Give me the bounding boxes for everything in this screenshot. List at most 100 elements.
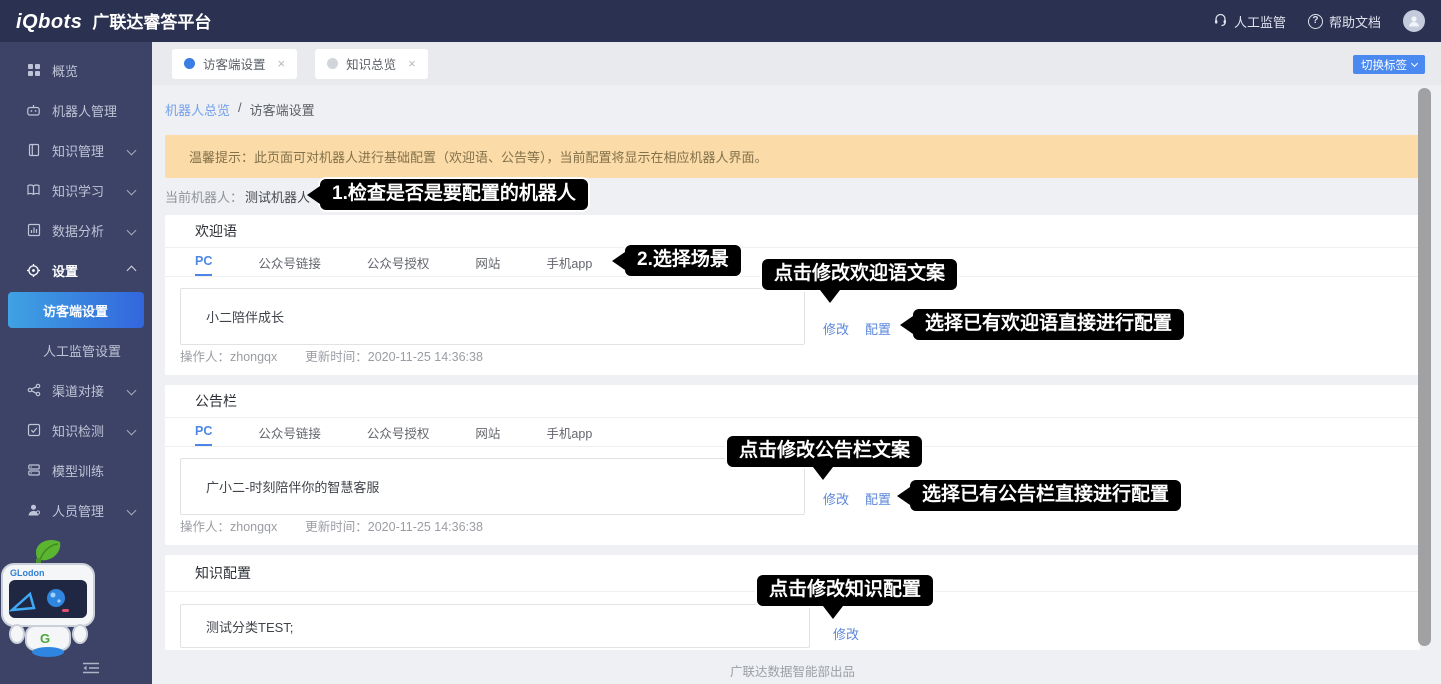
knowledge-text-box: 测试分类TEST; <box>180 604 810 648</box>
chevron-down-icon <box>1411 60 1418 67</box>
sidebar: 概览 机器人管理 知识管理 知识学习 <box>0 42 152 684</box>
question-circle-icon: ? <box>1308 14 1323 29</box>
annotation-modify-knowledge: 点击修改知识配置 <box>757 575 933 606</box>
sidebar-item-label: 渠道对接 <box>52 381 104 400</box>
sidebar-item-robot-management[interactable]: 机器人管理 <box>0 90 152 130</box>
sidebar-item-label: 模型训练 <box>52 461 104 480</box>
share-nodes-icon <box>26 383 41 398</box>
page-tab-knowledge-overview[interactable]: 知识总览 × <box>315 49 428 79</box>
annotation-modify-welcome: 点击修改欢迎语文案 <box>762 259 957 290</box>
close-icon[interactable]: × <box>408 56 416 71</box>
welcome-text: 小二陪伴成长 <box>206 307 284 326</box>
active-tab-dot-icon <box>184 58 195 69</box>
manual-monitor-label: 人工监管 <box>1234 12 1286 31</box>
chevron-down-icon <box>127 505 137 515</box>
logo-text-cn: 广联达睿答平台 <box>92 8 211 33</box>
sidebar-item-label: 概览 <box>52 61 78 80</box>
annotation-config-board: 选择已有公告栏直接进行配置 <box>910 480 1181 511</box>
open-book-icon <box>26 183 41 198</box>
check-square-icon <box>26 423 41 438</box>
knowledge-text: 测试分类TEST; <box>206 617 293 636</box>
board-text: 广小二-时刻陪伴你的智慧客服 <box>206 477 379 496</box>
welcome-meta-row: 操作人：zhongqx 更新时间：2020-11-25 14:36:38 <box>180 346 483 365</box>
scene-tab-official-auth[interactable]: 公众号授权 <box>367 248 430 276</box>
person-icon <box>1407 14 1421 28</box>
app-logo: iQbots 广联达睿答平台 <box>16 8 211 34</box>
welcome-operator: 操作人：zhongqx <box>180 346 277 365</box>
breadcrumb: 机器人总览 / 访客端设置 <box>165 100 315 119</box>
board-modify-link[interactable]: 修改 <box>823 489 849 508</box>
annotation-select-scene: 2.选择场景 <box>625 245 741 276</box>
app-window: iQbots 广联达睿答平台 人工监管 ? 帮助文档 <box>0 0 1441 684</box>
board-section-title: 公告栏 <box>165 385 1420 418</box>
annotation-check-robot: 1.检查是否是要配置的机器人 <box>320 179 588 210</box>
switch-tabs-label: 切换标签 <box>1361 57 1407 73</box>
svg-text:GLodon: GLodon <box>10 568 45 578</box>
sidebar-item-channel-integration[interactable]: 渠道对接 <box>0 370 152 410</box>
scene-tab-pc[interactable]: PC <box>195 248 212 276</box>
scene-tab-mobile-app[interactable]: 手机app <box>546 248 592 276</box>
board-config-link[interactable]: 配置 <box>865 489 891 508</box>
robot-mascot-image: GLodon G <box>0 538 118 660</box>
chevron-down-icon <box>127 185 137 195</box>
sidebar-item-label: 人员管理 <box>52 501 104 520</box>
page-tab-visitor-settings[interactable]: 访客端设置 × <box>172 49 297 79</box>
close-icon[interactable]: × <box>278 56 286 71</box>
sidebar-item-label: 数据分析 <box>52 221 104 240</box>
svg-text:G: G <box>40 631 50 646</box>
gear-icon <box>26 263 41 278</box>
sidebar-item-personnel-management[interactable]: 人员管理 <box>0 490 152 530</box>
scene-tab-mobile-app[interactable]: 手机app <box>546 418 592 446</box>
manual-monitor-link[interactable]: 人工监管 <box>1213 12 1286 31</box>
scene-tab-official-link[interactable]: 公众号链接 <box>258 418 321 446</box>
user-icon <box>26 503 41 518</box>
notice-banner: 温馨提示：此页面可对机器人进行基础配置（欢迎语、公告等），当前配置将显示在相应机… <box>165 135 1420 178</box>
notice-text: 温馨提示：此页面可对机器人进行基础配置（欢迎语、公告等），当前配置将显示在相应机… <box>189 147 768 166</box>
logo-text-en: iQbots <box>16 11 82 34</box>
scene-tab-official-auth[interactable]: 公众号授权 <box>367 418 430 446</box>
current-robot-row: 当前机器人：测试机器人 <box>165 187 310 206</box>
sidebar-item-model-training[interactable]: 模型训练 <box>0 450 152 490</box>
sidebar-item-knowledge-management[interactable]: 知识管理 <box>0 130 152 170</box>
sidebar-item-settings[interactable]: 设置 <box>0 250 152 290</box>
sidebar-item-visitor-settings[interactable]: 访客端设置 <box>8 292 144 328</box>
footer-credit: 广联达数据智能部出品 <box>165 661 1420 680</box>
page-content: 机器人总览 / 访客端设置 温馨提示：此页面可对机器人进行基础配置（欢迎语、公告… <box>152 85 1441 684</box>
scene-tab-official-link[interactable]: 公众号链接 <box>258 248 321 276</box>
chevron-up-icon <box>127 265 137 275</box>
sidebar-item-label: 知识学习 <box>52 181 104 200</box>
scene-tab-pc[interactable]: PC <box>195 418 212 446</box>
sidebar-item-manual-monitor-settings[interactable]: 人工监管设置 <box>0 330 152 370</box>
welcome-config-link[interactable]: 配置 <box>865 319 891 338</box>
sidebar-item-knowledge-check[interactable]: 知识检测 <box>0 410 152 450</box>
sidebar-collapse-icon[interactable] <box>82 660 100 676</box>
headset-icon <box>1213 12 1228 30</box>
knowledge-modify-link[interactable]: 修改 <box>833 624 859 643</box>
current-robot-label: 当前机器人： <box>165 190 243 205</box>
switch-tabs-button[interactable]: 切换标签 <box>1353 55 1425 74</box>
sidebar-item-knowledge-learning[interactable]: 知识学习 <box>0 170 152 210</box>
user-avatar[interactable] <box>1403 10 1425 32</box>
page-tab-label: 访客端设置 <box>203 54 266 73</box>
board-operator: 操作人：zhongqx <box>180 516 277 535</box>
sidebar-item-overview[interactable]: 概览 <box>0 50 152 90</box>
annotation-modify-board: 点击修改公告栏文案 <box>727 436 922 467</box>
help-doc-link[interactable]: ? 帮助文档 <box>1308 12 1381 31</box>
welcome-updated-time: 更新时间：2020-11-25 14:36:38 <box>305 346 483 365</box>
sidebar-item-data-analysis[interactable]: 数据分析 <box>0 210 152 250</box>
board-updated-time: 更新时间：2020-11-25 14:36:38 <box>305 516 483 535</box>
layers-icon <box>26 463 41 478</box>
inactive-tab-dot-icon <box>327 58 338 69</box>
chevron-down-icon <box>127 225 137 235</box>
welcome-modify-link[interactable]: 修改 <box>823 319 849 338</box>
sidebar-item-label: 知识管理 <box>52 141 104 160</box>
breadcrumb-robot-overview-link[interactable]: 机器人总览 <box>165 100 230 119</box>
sidebar-item-label: 机器人管理 <box>52 101 117 120</box>
scene-tab-website[interactable]: 网站 <box>475 248 500 276</box>
sidebar-item-label: 人工监管设置 <box>43 341 121 360</box>
robot-icon <box>26 103 41 118</box>
welcome-section-card: 欢迎语 PC 公众号链接 公众号授权 网站 手机app 小二陪伴成长 修改 配置 <box>165 215 1420 375</box>
vertical-scrollbar[interactable] <box>1418 88 1431 646</box>
scene-tab-website[interactable]: 网站 <box>475 418 500 446</box>
grid-icon <box>26 63 41 78</box>
